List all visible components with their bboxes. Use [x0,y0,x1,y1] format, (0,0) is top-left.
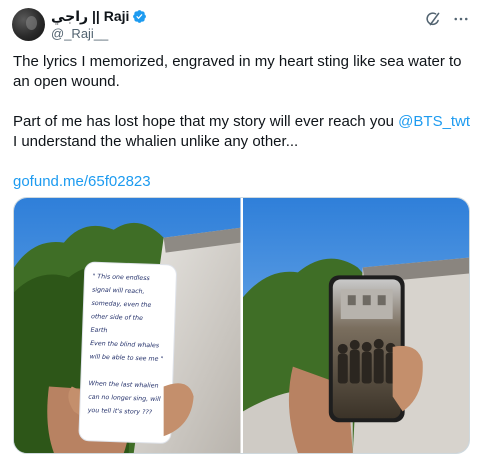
more-icon[interactable] [452,10,470,28]
photo-phone-wallpaper[interactable] [242,198,469,453]
gofundme-link[interactable]: gofund.me/65f02823 [13,173,151,190]
tweet-text: The lyrics I memorized, engraved in my h… [13,52,471,192]
tweet-paragraph-2: Part of me has lost hope that my story w… [13,112,471,152]
photo-handwritten-note[interactable]: " This one endless signal will reach, some… [14,198,241,453]
verified-badge-icon [133,10,147,23]
tweet-paragraph-1: The lyrics I memorized, engraved in my h… [13,53,462,90]
media-grid: " This one endless signal will reach, some… [13,197,470,454]
note-line: Earth [90,326,107,335]
avatar[interactable] [12,8,45,41]
mention-link[interactable]: @BTS_twt [398,113,470,130]
tweet-card: راجي || Raji @_Raji__ The lyrics I memor… [0,0,480,458]
author-name-row[interactable]: راجي || Raji [51,8,147,25]
tweet-top-actions [424,10,470,28]
author-display-name[interactable]: راجي || Raji [51,8,129,25]
tweet-paragraph-2-text: Part of me has lost hope that my story w… [13,113,399,130]
author-handle[interactable]: @_Raji__ [51,26,108,41]
grok-icon[interactable] [424,10,442,28]
tweet-paragraph-2-end: I understand the whalien unlike any othe… [13,133,299,150]
